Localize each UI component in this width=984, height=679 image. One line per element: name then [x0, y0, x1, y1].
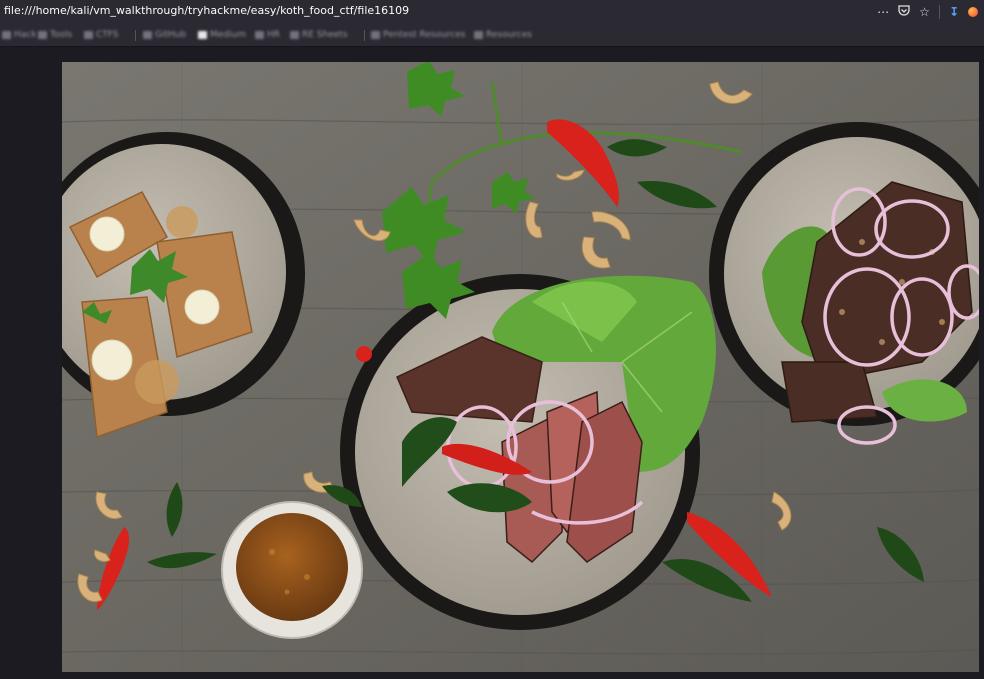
bookmark-re-sheets[interactable]: RE Sheets: [290, 29, 348, 41]
url-bar-actions: ⋯ ☆ ↧: [877, 3, 978, 21]
folder-icon: [2, 31, 11, 39]
folder-icon: [38, 31, 47, 39]
sauce-bowl: [221, 501, 363, 639]
bookmark-separator: [135, 30, 136, 41]
viewer-margin-right: [979, 47, 984, 679]
bookmark-tools[interactable]: Tools: [38, 29, 72, 41]
folder-icon: [84, 31, 93, 39]
bookmark-hr[interactable]: HR: [255, 29, 280, 41]
firefox-icon[interactable]: [968, 7, 978, 17]
more-icon[interactable]: ⋯: [877, 5, 889, 19]
bookmark-medium[interactable]: Medium: [198, 29, 246, 41]
pocket-icon[interactable]: [898, 5, 910, 19]
folder-icon: [371, 31, 380, 39]
bookmark-star-icon[interactable]: ☆: [919, 5, 930, 19]
url-text[interactable]: file:///home/kali/vm_walkthrough/tryhack…: [4, 4, 409, 17]
bookmark-hack[interactable]: Hack: [2, 29, 36, 41]
viewer-margin-left: [0, 47, 62, 679]
food-photo: [62, 62, 979, 672]
bookmark-ctfs[interactable]: CTFS: [84, 29, 119, 41]
download-icon[interactable]: ↧: [949, 5, 959, 19]
bookmark-resources[interactable]: Resources: [474, 29, 532, 41]
folder-icon: [290, 31, 299, 39]
toolbar-separator: [938, 5, 940, 19]
bookmark-separator: [364, 30, 365, 41]
globe-icon: [255, 31, 264, 39]
bookmark-pentest-resources[interactable]: Pentest Resources: [371, 29, 465, 41]
url-bar[interactable]: file:///home/kali/vm_walkthrough/tryhack…: [0, 0, 984, 25]
github-icon: [143, 31, 152, 39]
medium-icon: [198, 31, 207, 39]
bookmarks-toolbar: Hack Tools CTFS GitHub Medium HR RE Shee…: [0, 24, 984, 47]
bookmark-github[interactable]: GitHub: [143, 29, 186, 41]
folder-icon: [474, 31, 483, 39]
